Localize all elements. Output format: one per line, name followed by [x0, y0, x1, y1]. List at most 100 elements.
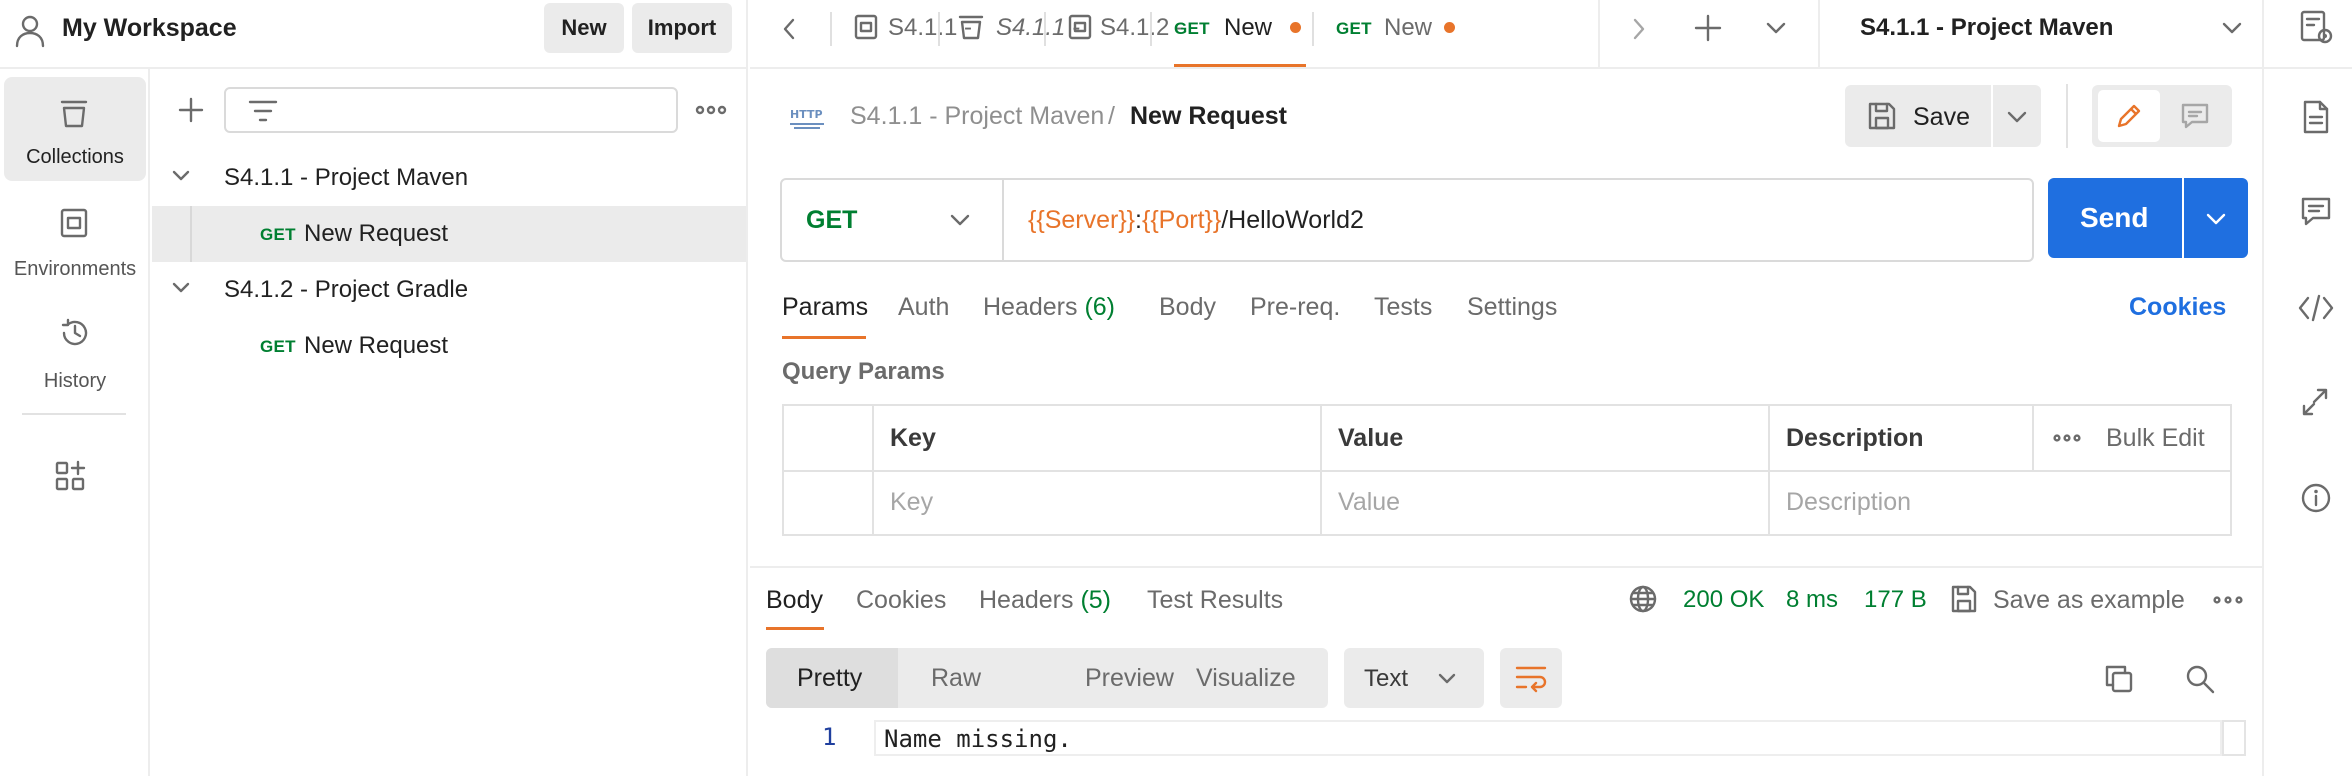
- tab-collection-s411[interactable]: S4.1.1 -: [940, 0, 1080, 67]
- rail-item-environments[interactable]: Environments: [4, 189, 146, 293]
- active-subtab-indicator: [782, 336, 866, 339]
- collection-name: S4.1.1 - Project Maven: [224, 164, 469, 191]
- response-tab-body[interactable]: Body: [766, 586, 823, 615]
- configure-workbench-icon[interactable]: [54, 460, 86, 492]
- save-button[interactable]: Save: [1845, 85, 1991, 147]
- globe-icon[interactable]: [1628, 584, 1658, 614]
- tab-environment-s412[interactable]: S4.1.2 -: [1046, 0, 1184, 67]
- chevron-down-icon[interactable]: [172, 282, 190, 294]
- response-tab-test-results[interactable]: Test Results: [1147, 586, 1283, 615]
- rail-divider: [22, 413, 126, 415]
- tab-new-request[interactable]: GET New: [1314, 0, 1464, 67]
- wrap-lines-button[interactable]: [1500, 648, 1562, 708]
- response-tab-cookies[interactable]: Cookies: [856, 586, 946, 615]
- filter-icon: [248, 99, 278, 123]
- tab-settings[interactable]: Settings: [1467, 293, 1557, 322]
- request-name: New Request: [304, 332, 449, 359]
- view-preview-button[interactable]: Preview: [1085, 664, 1174, 693]
- url-bar: GET {{Server}}:{{Port}}/HelloWorld2: [780, 178, 2034, 262]
- mode-toggle: [2092, 85, 2232, 147]
- tab-new-request-active[interactable]: GET New: [1152, 0, 1306, 67]
- copy-icon[interactable]: [2104, 664, 2134, 694]
- method-label: GET: [260, 337, 296, 356]
- view-raw-button[interactable]: Raw: [931, 664, 981, 693]
- search-input[interactable]: [224, 87, 678, 133]
- nav-rail: Collections Environments History: [0, 69, 150, 776]
- response-headers-count: (5): [1080, 586, 1112, 614]
- tab-list-chevron-icon[interactable]: [1766, 22, 1786, 34]
- request-row[interactable]: GET New Request: [152, 318, 746, 374]
- tab-headers[interactable]: Headers (6): [983, 293, 1115, 322]
- view-pretty-button[interactable]: Pretty: [766, 648, 898, 708]
- save-as-example-button[interactable]: Save as example: [1993, 586, 2185, 615]
- request-title[interactable]: New Request: [1130, 102, 1287, 131]
- send-options-button[interactable]: [2184, 178, 2248, 258]
- info-icon[interactable]: [2300, 482, 2332, 514]
- more-options-icon[interactable]: [695, 105, 727, 115]
- tab-body[interactable]: Body: [1159, 293, 1216, 322]
- collection-row[interactable]: S4.1.1 - Project Maven: [152, 150, 746, 206]
- tab-auth[interactable]: Auth: [898, 293, 949, 322]
- save-options-button[interactable]: [1993, 85, 2041, 147]
- view-visualize-button[interactable]: Visualize: [1196, 664, 1296, 693]
- scrollbar[interactable]: [2222, 720, 2246, 756]
- chevron-right-icon[interactable]: [1632, 18, 1646, 40]
- url-input[interactable]: {{Server}}:{{Port}}/HelloWorld2: [1006, 180, 2032, 260]
- comments-icon[interactable]: [2300, 196, 2332, 228]
- tab-environment-s411[interactable]: S4.1.1 -: [832, 0, 972, 67]
- breadcrumb-separator: /: [1108, 102, 1115, 130]
- workspace-title[interactable]: My Workspace: [62, 14, 237, 43]
- response-time[interactable]: 8 ms: [1786, 586, 1838, 614]
- comment-icon[interactable]: [2180, 102, 2210, 130]
- tab-prereq[interactable]: Pre-req.: [1250, 293, 1340, 322]
- environment-selector[interactable]: S4.1.1 - Project Maven: [1820, 0, 2262, 67]
- plus-icon[interactable]: [178, 97, 204, 123]
- request-row[interactable]: GET New Request: [152, 206, 746, 262]
- documentation-icon[interactable]: [2302, 100, 2330, 134]
- tab-tests[interactable]: Tests: [1374, 293, 1432, 322]
- url-variable-server[interactable]: {{Server}}: [1028, 206, 1135, 234]
- chevron-down-icon[interactable]: [172, 170, 190, 182]
- new-button[interactable]: New: [544, 3, 624, 53]
- code-icon[interactable]: [2298, 294, 2334, 322]
- new-tab-plus-icon[interactable]: [1694, 14, 1722, 42]
- chevron-left-icon[interactable]: [782, 18, 796, 40]
- save-icon: [1950, 584, 1978, 614]
- url-variable-port[interactable]: {{Port}}: [1142, 206, 1221, 234]
- collection-icon: [958, 14, 984, 40]
- chevron-down-icon: [1438, 673, 1456, 684]
- tab-params[interactable]: Params: [782, 293, 868, 322]
- cookies-link[interactable]: Cookies: [2129, 293, 2226, 322]
- value-input[interactable]: Value: [1338, 488, 1400, 517]
- description-input[interactable]: Description: [1786, 488, 1911, 517]
- environment-icon: [854, 14, 878, 40]
- format-select[interactable]: Text: [1344, 648, 1484, 708]
- chevron-down-icon: [2007, 111, 2027, 123]
- response-body-editor[interactable]: 1 Name missing.: [766, 716, 2246, 776]
- query-params-title: Query Params: [782, 358, 945, 385]
- response-tab-headers[interactable]: Headers (5): [979, 586, 1111, 615]
- rail-item-history[interactable]: History: [4, 301, 146, 405]
- unsaved-dot: [1444, 22, 1455, 33]
- method-label: GET: [1336, 19, 1372, 38]
- environments-icon: [59, 207, 89, 239]
- breadcrumb-collection[interactable]: S4.1.1 - Project Maven: [850, 102, 1104, 131]
- collection-row[interactable]: S4.1.2 - Project Gradle: [152, 262, 746, 318]
- edit-mode-button[interactable]: [2098, 90, 2160, 142]
- key-input[interactable]: Key: [890, 488, 933, 517]
- response-size[interactable]: 177 B: [1864, 586, 1927, 614]
- status-code[interactable]: 200 OK: [1683, 586, 1764, 614]
- environment-quick-look-icon[interactable]: [2300, 10, 2334, 46]
- import-button[interactable]: Import: [632, 3, 732, 53]
- more-options-icon[interactable]: [2053, 434, 2081, 442]
- related-collections-icon[interactable]: [2300, 386, 2330, 418]
- send-button[interactable]: Send: [2048, 178, 2182, 258]
- search-icon[interactable]: [2185, 664, 2215, 694]
- bulk-edit-button[interactable]: Bulk Edit: [2106, 424, 2205, 453]
- method-select[interactable]: GET: [782, 180, 1004, 260]
- method-label: GET: [1174, 19, 1210, 38]
- history-icon: [59, 317, 91, 349]
- user-icon[interactable]: [14, 14, 46, 48]
- more-options-icon[interactable]: [2213, 596, 2243, 604]
- rail-item-collections[interactable]: Collections: [4, 77, 146, 181]
